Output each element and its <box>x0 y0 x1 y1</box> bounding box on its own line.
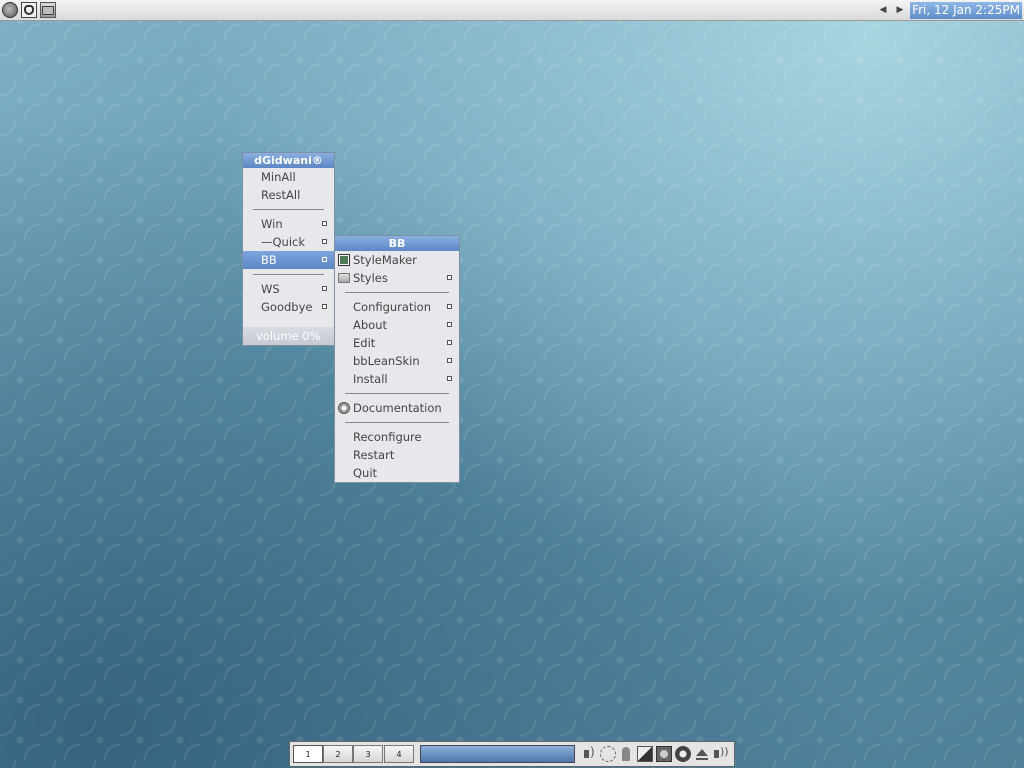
submenu-arrow-icon <box>322 221 327 226</box>
submenu-arrow-icon <box>447 304 452 309</box>
menu-separator <box>335 287 459 298</box>
speaker-icon[interactable] <box>582 745 598 762</box>
folder-icon <box>338 273 350 283</box>
menu-item-quick[interactable]: —Quick <box>243 233 334 251</box>
submenu-arrow-icon <box>447 275 452 280</box>
menu-item-install[interactable]: Install <box>335 370 459 388</box>
menu-item-label: BB <box>261 253 277 267</box>
menu-separator <box>335 388 459 399</box>
style-icon[interactable] <box>21 2 37 18</box>
menu-item-label: RestAll <box>261 188 301 202</box>
next-workspace-icon[interactable]: ▶ <box>893 3 907 17</box>
menu-item-label: bbLeanSkin <box>353 354 420 368</box>
menu-item-label: Win <box>261 217 283 231</box>
submenu-arrow-icon <box>447 358 452 363</box>
workspace-button-3[interactable]: 3 <box>353 745 383 763</box>
menu-item-label: Styles <box>353 271 388 285</box>
clock[interactable]: Fri, 12 Jan 2:25PM <box>910 2 1022 19</box>
submenu-arrow-icon <box>447 376 452 381</box>
menu-item-label: Goodbye <box>261 300 313 314</box>
menu-item-label: Configuration <box>353 300 431 314</box>
submenu-arrow-icon <box>322 257 327 262</box>
bb-submenu: BB StyleMaker Styles Configuration About… <box>334 235 460 483</box>
menu-item-about[interactable]: About <box>335 316 459 334</box>
submenu-arrow-icon <box>322 239 327 244</box>
menu-item-label: Restart <box>353 448 395 462</box>
menu-separator <box>243 269 334 280</box>
workspace-button-1[interactable]: 1 <box>293 745 323 763</box>
menu-item-label: About <box>353 318 388 332</box>
menu-item-label: WS <box>261 282 280 296</box>
workspace-button-2[interactable]: 2 <box>323 745 353 763</box>
top-toolbar: ◀ ▶ Fri, 12 Jan 2:25PM <box>0 0 1024 21</box>
menu-item-styles[interactable]: Styles <box>335 269 459 287</box>
disc-icon[interactable] <box>675 746 691 762</box>
menu-spacer <box>243 316 334 327</box>
volume-slider[interactable]: volume 0% <box>243 327 334 345</box>
menu-item-label: Quit <box>353 466 378 480</box>
menu-item-minall[interactable]: MinAll <box>243 168 334 186</box>
workspace-button-4[interactable]: 4 <box>384 745 414 763</box>
menu-item-bb[interactable]: BB <box>243 251 334 269</box>
menu-item-edit[interactable]: Edit <box>335 334 459 352</box>
stylemaker-icon <box>338 254 350 266</box>
menu-item-bbleanskin[interactable]: bbLeanSkin <box>335 352 459 370</box>
submenu-arrow-icon <box>322 304 327 309</box>
menu-item-goodbye[interactable]: Goodbye <box>243 298 334 316</box>
task-area[interactable] <box>420 745 575 763</box>
prev-workspace-icon[interactable]: ◀ <box>876 3 890 17</box>
usb-icon[interactable] <box>618 746 634 762</box>
menu-item-restall[interactable]: RestAll <box>243 186 334 204</box>
menu-item-label: MinAll <box>261 170 296 184</box>
root-menu-title[interactable]: dGidwani® <box>243 153 334 168</box>
menu-item-label: Reconfigure <box>353 430 422 444</box>
menu-item-reconfigure[interactable]: Reconfigure <box>335 428 459 446</box>
submenu-arrow-icon <box>447 340 452 345</box>
menu-item-label: Documentation <box>353 401 442 415</box>
menu-separator <box>243 204 334 215</box>
desktop-wallpaper <box>0 0 1024 768</box>
menu-separator <box>335 417 459 428</box>
menu-item-label: —Quick <box>261 235 306 249</box>
menu-item-ws[interactable]: WS <box>243 280 334 298</box>
menu-item-restart[interactable]: Restart <box>335 446 459 464</box>
menu-item-label: Install <box>353 372 388 386</box>
document-icon <box>338 402 350 414</box>
submenu-arrow-icon <box>447 322 452 327</box>
menu-item-label: StyleMaker <box>353 253 417 267</box>
network-icon[interactable] <box>600 746 616 762</box>
menu-item-label: Edit <box>353 336 376 350</box>
menu-item-configuration[interactable]: Configuration <box>335 298 459 316</box>
bottom-taskbar: 1 2 3 4 <box>289 741 735 767</box>
menu-item-quit[interactable]: Quit <box>335 464 459 482</box>
folder-icon[interactable] <box>40 2 56 18</box>
root-menu: dGidwani® MinAll RestAll Win —Quick BB W… <box>242 152 335 346</box>
webcam-icon[interactable] <box>656 746 672 762</box>
blackbox-icon[interactable] <box>2 2 18 18</box>
display-icon[interactable] <box>637 746 653 762</box>
menu-item-stylemaker[interactable]: StyleMaker <box>335 251 459 269</box>
menu-item-documentation[interactable]: Documentation <box>335 399 459 417</box>
bb-submenu-title[interactable]: BB <box>335 236 459 251</box>
submenu-arrow-icon <box>322 286 327 291</box>
eject-icon[interactable] <box>694 746 710 762</box>
volume-icon[interactable] <box>712 745 729 762</box>
menu-item-win[interactable]: Win <box>243 215 334 233</box>
